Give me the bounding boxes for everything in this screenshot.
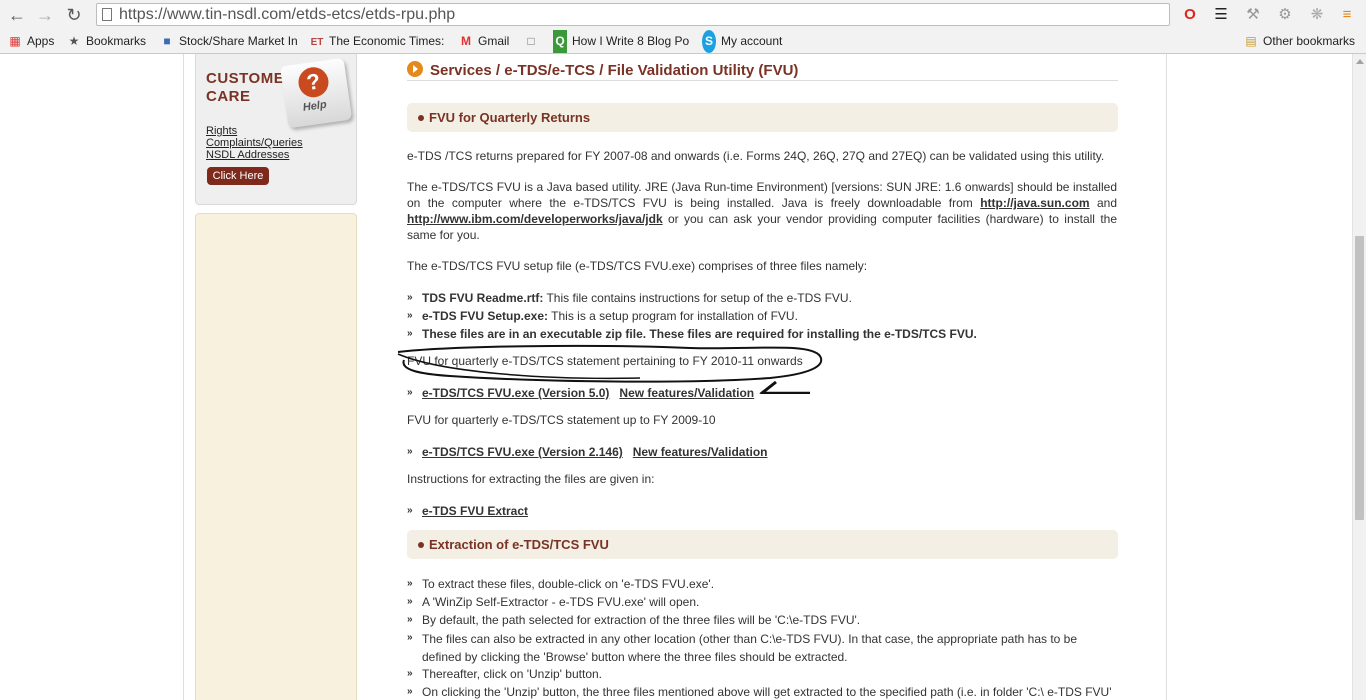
apps-grid-icon: ▦ bbox=[9, 34, 21, 48]
double-chevron-icon: » bbox=[407, 387, 413, 398]
intro-paragraph: e-TDS /TCS returns prepared for FY 2007-… bbox=[407, 149, 1105, 163]
double-chevron-icon: » bbox=[407, 328, 413, 339]
double-chevron-icon: » bbox=[407, 596, 413, 607]
title-divider bbox=[407, 80, 1118, 81]
bullet-icon bbox=[418, 542, 424, 548]
java-sun-link[interactable]: http://java.sun.com bbox=[980, 196, 1089, 210]
sidebar-panel bbox=[195, 213, 357, 700]
url-text: https://www.tin-nsdl.com/etds-etcs/etds-… bbox=[119, 6, 456, 23]
double-chevron-icon: » bbox=[407, 578, 413, 589]
wrench-extension-icon[interactable]: ⚒ bbox=[1243, 5, 1263, 25]
bullet-icon bbox=[418, 115, 424, 121]
vertical-scrollbar[interactable] bbox=[1352, 54, 1366, 700]
ibm-jdk-link[interactable]: http://www.ibm.com/developerworks/java/j… bbox=[407, 212, 663, 226]
double-chevron-icon: » bbox=[407, 292, 413, 303]
browser-toolbar: ← → ↻ https://www.tin-nsdl.com/etds-etcs… bbox=[0, 0, 1366, 30]
nsdl-addresses-link[interactable]: NSDL Addresses bbox=[206, 149, 289, 161]
new-features-link-v50[interactable]: New features/Validation bbox=[619, 386, 754, 400]
customer-care-box: CUSTOMER CARE ? Help Rights Complaints/Q… bbox=[195, 54, 357, 205]
double-chevron-icon: » bbox=[407, 310, 413, 321]
java-paragraph: The e-TDS/TCS FVU is a Java based utilit… bbox=[407, 180, 1117, 242]
double-chevron-icon: » bbox=[407, 686, 413, 697]
bookmark-apps[interactable]: ▦ Apps bbox=[8, 30, 63, 53]
folder-icon: ▤ bbox=[1245, 34, 1257, 48]
et-favicon: ET bbox=[310, 37, 324, 48]
reload-icon[interactable]: ↻ bbox=[63, 4, 85, 26]
setup-paragraph: The e-TDS/TCS FVU setup file (e-TDS/TCS … bbox=[407, 259, 868, 273]
double-chevron-icon: » bbox=[407, 614, 413, 625]
instructions-text: Instructions for extracting the files ar… bbox=[407, 472, 655, 486]
double-chevron-icon: » bbox=[407, 632, 413, 643]
question-mark-icon: ? bbox=[296, 65, 331, 100]
opera-extension-icon[interactable]: O bbox=[1180, 5, 1200, 25]
rights-link[interactable]: Rights bbox=[206, 125, 237, 137]
complaints-queries-link[interactable]: Complaints/Queries bbox=[206, 137, 303, 149]
bookmarks-bar: ▦ Apps ★ Bookmarks ■ Stock/Share Market In … bbox=[0, 30, 1366, 54]
fvu-2009-text: FVU for quarterly e-TDS/TCS statement up… bbox=[407, 413, 716, 427]
play-bullet-icon bbox=[407, 61, 423, 77]
forward-arrow-icon[interactable]: → bbox=[34, 4, 56, 26]
site-favicon: ■ bbox=[163, 34, 171, 48]
bookmark-stock-market[interactable]: ■ Stock/Share Market In bbox=[160, 30, 300, 53]
page-border-left bbox=[183, 54, 184, 700]
page-content: CUSTOMER CARE ? Help Rights Complaints/Q… bbox=[0, 54, 1352, 700]
skype-icon: S bbox=[702, 30, 716, 53]
address-bar[interactable]: https://www.tin-nsdl.com/etds-etcs/etds-… bbox=[96, 3, 1170, 26]
menu-icon[interactable]: ≡ bbox=[1337, 5, 1357, 25]
double-chevron-icon: » bbox=[407, 446, 413, 457]
flower-extension-icon[interactable]: ❋ bbox=[1307, 5, 1327, 25]
help-key-icon: ? Help bbox=[279, 57, 353, 129]
back-arrow-icon[interactable]: ← bbox=[6, 4, 28, 26]
double-chevron-icon: » bbox=[407, 668, 413, 679]
fvu-v2146-download-link[interactable]: e-TDS/TCS FVU.exe (Version 2.146) bbox=[422, 445, 623, 459]
scroll-up-arrow-icon[interactable] bbox=[1356, 59, 1364, 64]
gear-extension-icon[interactable]: ⚙ bbox=[1275, 5, 1295, 25]
q-favicon: Q bbox=[553, 30, 567, 53]
scrollbar-thumb[interactable] bbox=[1355, 236, 1364, 520]
page-info-icon[interactable] bbox=[102, 8, 112, 21]
fvu-v50-download-link[interactable]: e-TDS/TCS FVU.exe (Version 5.0) bbox=[422, 386, 609, 400]
layers-extension-icon[interactable]: ☰ bbox=[1211, 5, 1231, 25]
star-icon: ★ bbox=[68, 34, 80, 48]
bookmark-blog[interactable]: Q How I Write 8 Blog Po bbox=[553, 30, 691, 53]
other-bookmarks[interactable]: ▤ Other bookmarks bbox=[1244, 30, 1362, 53]
page-icon: □ bbox=[527, 34, 535, 48]
gmail-icon: M bbox=[461, 34, 471, 48]
section-header-fvu-quarterly: FVU for Quarterly Returns bbox=[407, 103, 1118, 132]
bookmark-page[interactable]: □ bbox=[524, 30, 544, 53]
click-here-button[interactable]: Click Here bbox=[207, 167, 269, 185]
page-title: Services / e-TDS/e-TCS / File Validation… bbox=[430, 62, 799, 79]
bookmark-gmail[interactable]: M Gmail bbox=[459, 30, 517, 53]
double-chevron-icon: » bbox=[407, 505, 413, 516]
fvu-extract-link[interactable]: e-TDS FVU Extract bbox=[422, 504, 528, 518]
page-border-right bbox=[1166, 54, 1167, 700]
new-features-link-v2146[interactable]: New features/Validation bbox=[633, 445, 768, 459]
bookmark-my-account[interactable]: S My account bbox=[702, 30, 792, 53]
bookmark-economic-times[interactable]: ET The Economic Times: bbox=[310, 30, 445, 53]
section-header-extraction: Extraction of e-TDS/TCS FVU bbox=[407, 530, 1118, 559]
bookmark-bookmarks[interactable]: ★ Bookmarks bbox=[67, 30, 151, 53]
